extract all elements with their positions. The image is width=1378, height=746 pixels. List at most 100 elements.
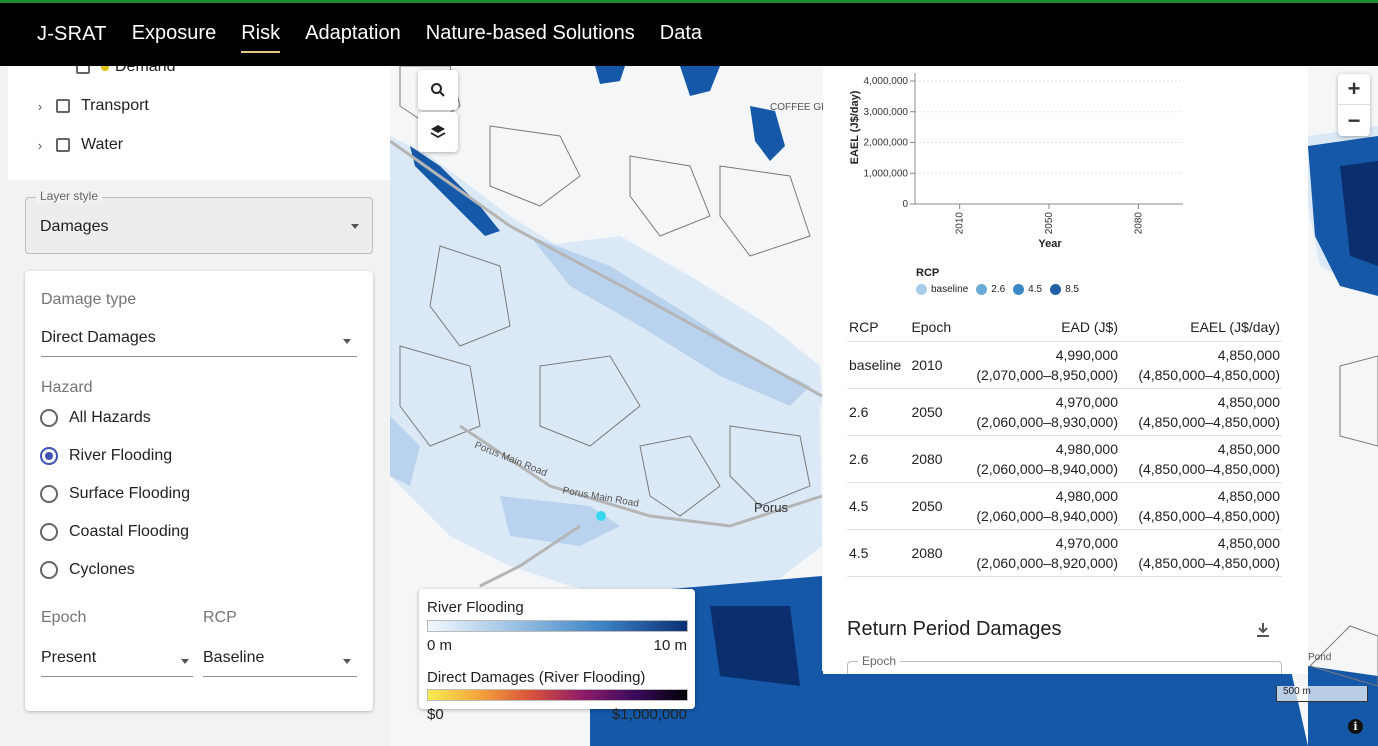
cell-rcp: 2.6 (847, 388, 910, 436)
nav-nature-based-solutions[interactable]: Nature-based Solutions (426, 16, 635, 53)
legend-label: 8.5 (1065, 284, 1079, 295)
legend-damage-colorbar (427, 689, 688, 701)
layer-style-select[interactable]: Layer style Damages (25, 189, 373, 254)
cell-rcp: 4.5 (847, 529, 910, 577)
hazard-option-river-flooding[interactable]: River Flooding (40, 447, 172, 465)
hazard-option-label: River Flooding (69, 447, 173, 464)
radio-button-selected[interactable] (40, 447, 58, 465)
table-header-row: RCP Epoch EAD (J$) EAEL (J$/day) (847, 313, 1282, 342)
legend-label: 2.6 (991, 284, 1006, 295)
x-tick-label: 2080 (1133, 212, 1144, 235)
y-tick-label: 3,000,000 (864, 107, 909, 118)
radio-button[interactable] (40, 523, 58, 541)
damage-type-label: Damage type (41, 291, 137, 308)
hazard-option-label: All Hazards (69, 409, 151, 426)
damage-type-value: Direct Damages (41, 329, 156, 346)
hazard-option-all[interactable]: All Hazards (40, 409, 151, 427)
dropdown-caret-icon (343, 339, 351, 344)
cell-ead: 4,970,000 (2,060,000–8,930,000) (958, 388, 1120, 436)
legend-damage-title: Direct Damages (River Flooding) (427, 669, 646, 686)
info-icon[interactable]: i (1348, 719, 1363, 734)
eael-range: (4,850,000–4,850,000) (1138, 414, 1280, 430)
ead-range: (2,070,000–8,950,000) (976, 367, 1118, 383)
rcp-select[interactable]: Baseline (203, 649, 357, 677)
ead-value: 4,990,000 (1055, 347, 1118, 363)
checkbox[interactable] (76, 66, 90, 74)
hazard-option-label: Surface Flooding (69, 485, 190, 502)
chevron-right-icon[interactable]: › (32, 138, 48, 153)
tree-item-demand[interactable]: Demand (76, 66, 175, 76)
nav-adaptation[interactable]: Adaptation (305, 16, 401, 53)
damages-table: RCP Epoch EAD (J$) EAEL (J$/day) baselin… (847, 313, 1282, 577)
eael-value: 4,850,000 (1217, 535, 1280, 551)
hazard-option-cyclones[interactable]: Cyclones (40, 561, 135, 579)
eael-range: (4,850,000–4,850,000) (1138, 367, 1280, 383)
hazard-option-label: Coastal Flooding (69, 523, 190, 540)
eael-chart: 0 1,000,000 2,000,000 3,000,000 4,000,000 201… (849, 73, 1183, 250)
eael-value: 4,850,000 (1217, 394, 1280, 410)
scale-bar: 500 m (1276, 686, 1368, 702)
checkbox[interactable] (56, 138, 70, 152)
legend-item-4-5: 4.5 (1013, 284, 1042, 295)
selected-asset-marker[interactable] (596, 511, 606, 521)
eael-value: 4,850,000 (1217, 488, 1280, 504)
chart-legend-title: RCP (916, 267, 940, 279)
tree-item-transport[interactable]: › Transport (32, 97, 149, 115)
map-label-porus: Porus (754, 500, 788, 515)
demand-color-dot (101, 66, 109, 71)
zoom-control: + − (1338, 74, 1370, 136)
radio-button[interactable] (40, 485, 58, 503)
cell-eael: 4,850,000 (4,850,000–4,850,000) (1120, 529, 1282, 577)
hazard-label: Hazard (41, 379, 93, 396)
ead-value: 4,970,000 (1055, 394, 1118, 410)
download-icon[interactable] (1256, 622, 1270, 638)
cell-eael: 4,850,000 (4,850,000–4,850,000) (1120, 435, 1282, 483)
cell-epoch: 2010 (909, 341, 959, 389)
epoch-select[interactable]: Present (41, 649, 193, 677)
column-header-ead: EAD (J$) (958, 313, 1120, 342)
top-nav-bar: J-SRAT Exposure Risk Adaptation Nature-b… (0, 0, 1378, 66)
chevron-right-icon[interactable]: › (32, 99, 48, 114)
legend-label: 4.5 (1028, 284, 1043, 295)
legend-flood-max: 10 m (653, 637, 687, 654)
y-tick-label: 1,000,000 (864, 168, 909, 179)
return-period-epoch-select[interactable]: Epoch (847, 654, 1282, 674)
cell-ead: 4,980,000 (2,060,000–8,940,000) (958, 482, 1120, 530)
map-layers-button[interactable] (418, 112, 458, 152)
hazard-option-coastal-flooding[interactable]: Coastal Flooding (40, 523, 189, 541)
radio-button[interactable] (40, 409, 58, 427)
map-search-button[interactable] (418, 70, 458, 110)
legend-flood-min: 0 m (427, 637, 453, 654)
hazard-settings-card: Damage type Direct Damages Hazard All Ha… (25, 271, 373, 711)
zoom-in-button[interactable]: + (1338, 74, 1370, 105)
map-label-coffee: COFFEE GR (770, 102, 829, 113)
nav-risk[interactable]: Risk (241, 16, 280, 53)
ead-range: (2,060,000–8,940,000) (976, 461, 1118, 477)
damage-type-select[interactable]: Direct Damages (41, 329, 357, 357)
ead-range: (2,060,000–8,930,000) (976, 414, 1118, 430)
ead-value: 4,980,000 (1055, 441, 1118, 457)
eael-value: 4,850,000 (1217, 441, 1280, 457)
ead-value: 4,970,000 (1055, 535, 1118, 551)
eael-value: 4,850,000 (1217, 347, 1280, 363)
checkbox[interactable] (56, 99, 70, 113)
nav-exposure[interactable]: Exposure (132, 16, 217, 53)
tree-item-water[interactable]: › Water (32, 136, 123, 154)
legend-item-2-6: 2.6 (976, 284, 1005, 295)
column-header-epoch: Epoch (909, 313, 959, 342)
radio-button[interactable] (40, 561, 58, 579)
nav-data[interactable]: Data (660, 16, 702, 53)
sidebar: Demand › Transport › Water Layer style D… (0, 66, 390, 746)
table-row: 4.5 2080 4,970,000 (2,060,000–8,920,000) … (847, 529, 1282, 577)
eael-range: (4,850,000–4,850,000) (1138, 508, 1280, 524)
damages-panel: 0 1,000,000 2,000,000 3,000,000 4,000,000 201… (823, 66, 1308, 674)
legend-swatch (1013, 284, 1025, 295)
cell-ead: 4,970,000 (2,060,000–8,920,000) (958, 529, 1120, 577)
legend-label: baseline (931, 284, 969, 295)
legend-flood-title: River Flooding (427, 599, 524, 616)
table-row: baseline 2010 4,990,000 (2,070,000–8,950,… (847, 341, 1282, 389)
zoom-out-button[interactable]: − (1338, 105, 1370, 136)
hazard-option-surface-flooding[interactable]: Surface Flooding (40, 485, 190, 503)
app-brand[interactable]: J-SRAT (37, 23, 107, 46)
cell-eael: 4,850,000 (4,850,000–4,850,000) (1120, 341, 1282, 389)
